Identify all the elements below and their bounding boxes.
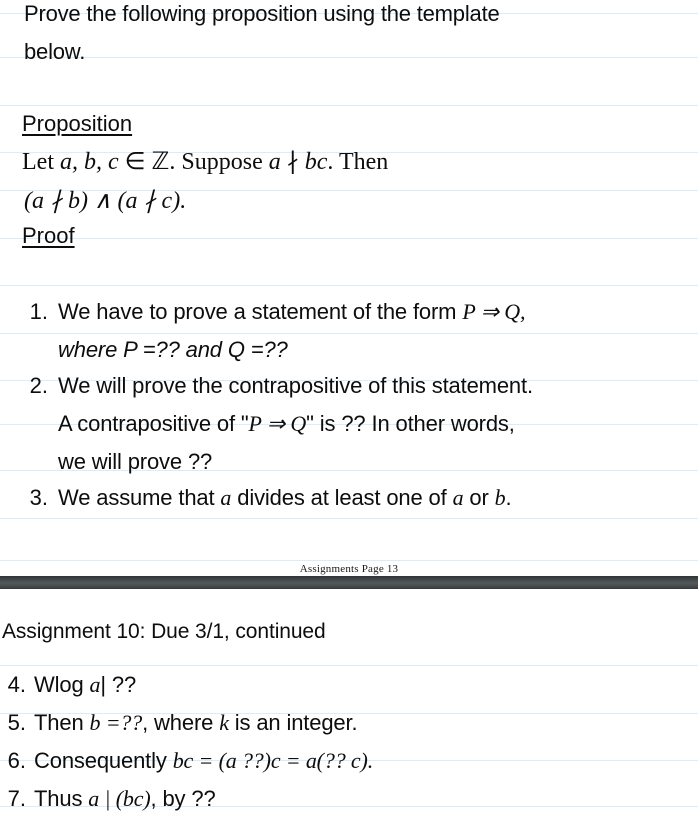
step-2-text-post: " is ?? In other words, bbox=[306, 411, 515, 436]
prop-bc: bc bbox=[304, 149, 328, 175]
prop-in-Z: ∈ ℤ. Suppose bbox=[118, 149, 269, 175]
step-3-pre: We assume that bbox=[58, 485, 221, 510]
lower-page-heading: Assignment 10: Due 3/1, continued bbox=[2, 620, 326, 643]
step-1-line-1: We have to prove a statement of the form… bbox=[58, 299, 525, 325]
step-7-number: 7. bbox=[7, 786, 26, 811]
prop-let: Let bbox=[22, 149, 60, 175]
step-7-math: a | (bc) bbox=[88, 786, 151, 811]
step-2-line-2: A contrapositive of "P ⇒ Q" is ?? In oth… bbox=[58, 411, 515, 437]
step-5-mid: , where bbox=[142, 710, 220, 735]
not-divides-icon: ∤ bbox=[280, 149, 305, 175]
intro-line-1: Prove the following proposition using th… bbox=[24, 1, 500, 26]
prop-a: a bbox=[268, 149, 281, 175]
step-4-post: | ?? bbox=[100, 672, 137, 697]
step-2-line-1: We will prove the contrapositive of this… bbox=[58, 373, 533, 398]
step-1-text: We have to prove a statement of the form bbox=[58, 299, 463, 324]
step-5-number: 5. bbox=[7, 710, 26, 735]
step-5-math: b =?? bbox=[89, 710, 143, 735]
step-3-end: . bbox=[505, 485, 512, 510]
step-6-math: bc = (a ??)c = a(?? c). bbox=[172, 748, 374, 773]
step-3-mid: divides at least one of bbox=[231, 485, 453, 510]
step-2-number: 2. bbox=[29, 373, 48, 398]
step-1-number: 1. bbox=[29, 299, 48, 324]
step-3-a: a bbox=[220, 485, 232, 510]
step-3-or: or bbox=[463, 485, 495, 510]
step-5-post: is an integer. bbox=[228, 710, 358, 735]
step-3-a2: a bbox=[452, 485, 464, 510]
step-3-line-1: We assume that a divides at least one of… bbox=[58, 485, 512, 511]
page-footer-stamp: Assignments Page 13 bbox=[299, 563, 399, 575]
prop-vars: a, b, c bbox=[59, 149, 119, 175]
step-6-text: Consequently bc = (a ??)c = a(?? c). bbox=[34, 748, 373, 774]
step-3-number: 3. bbox=[29, 485, 48, 510]
intro-line-2: below. bbox=[24, 39, 86, 64]
step-5-k: k bbox=[219, 710, 229, 735]
step-3-b: b bbox=[494, 485, 506, 510]
step-2-text-pre: A contrapositive of " bbox=[58, 411, 249, 436]
step-6-pre: Consequently bbox=[34, 748, 173, 773]
step-4-number: 4. bbox=[7, 672, 26, 697]
step-2-math: P ⇒ Q bbox=[248, 411, 307, 436]
document-page-upper: Prove the following proposition using th… bbox=[0, 0, 698, 576]
proof-heading: Proof bbox=[22, 223, 75, 248]
page-break-separator bbox=[0, 576, 698, 589]
step-4-text: Wlog a| ?? bbox=[34, 672, 136, 698]
step-1-math: P ⇒ Q, bbox=[462, 299, 526, 324]
step-5-text: Then b =??, where k is an integer. bbox=[34, 710, 358, 736]
step-7-post: , by ?? bbox=[150, 786, 216, 811]
step-7-text: Thus a | (bc), by ?? bbox=[34, 786, 216, 812]
step-2-line-3: we will prove ?? bbox=[58, 449, 213, 474]
proposition-heading: Proposition bbox=[22, 111, 133, 136]
prop-then: . Then bbox=[327, 149, 389, 175]
step-6-number: 6. bbox=[7, 748, 26, 773]
step-7-pre: Thus bbox=[34, 786, 89, 811]
proposition-line-1: Let a, b, c ∈ ℤ. Suppose a ∤ bc. Then bbox=[22, 150, 388, 174]
proposition-line-2: (a ∤ b) ∧ (a ∤ c). bbox=[24, 188, 187, 214]
step-4-pre: Wlog bbox=[34, 672, 90, 697]
step-1-line-2: where P =?? and Q =?? bbox=[58, 337, 288, 362]
step-4-math: a bbox=[89, 672, 101, 697]
step-5-pre: Then bbox=[34, 710, 90, 735]
